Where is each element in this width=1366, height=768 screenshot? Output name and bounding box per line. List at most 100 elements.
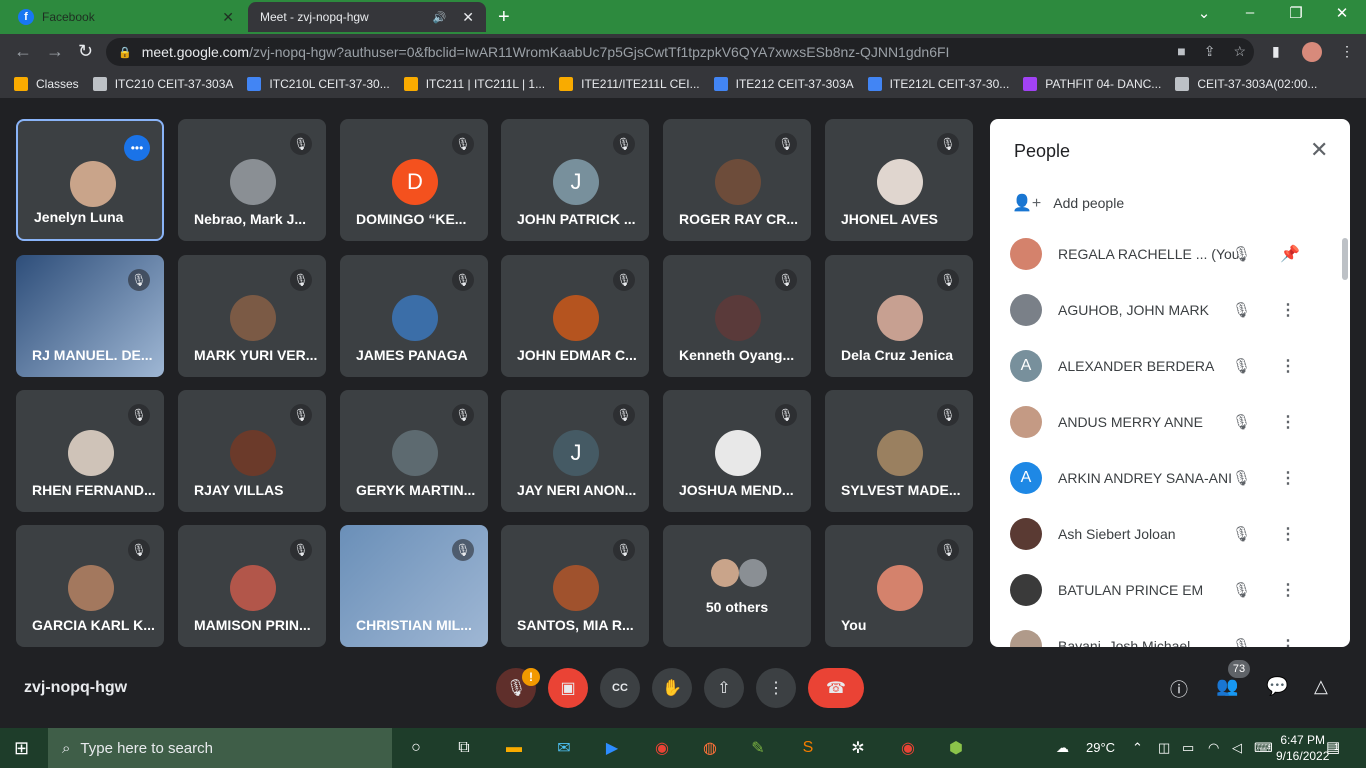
- bookmark-item[interactable]: ITE212L CEIT-37-30...: [867, 77, 1009, 91]
- participant-tile[interactable]: MAMISON PRIN... 🎙: [178, 525, 326, 647]
- participant-tile[interactable]: JOHN EDMAR C... 🎙: [501, 255, 649, 377]
- captions-button[interactable]: CC: [600, 668, 640, 708]
- more-vert-icon[interactable]: ⋮: [1280, 524, 1296, 544]
- more-vert-icon[interactable]: ⋮: [1280, 412, 1296, 432]
- participant-tile[interactable]: RJAY VILLAS 🎙: [178, 390, 326, 512]
- more-vert-icon[interactable]: ⋮: [1280, 636, 1296, 647]
- people-icon[interactable]: 👥: [1216, 676, 1238, 697]
- zoom-icon[interactable]: ▶: [600, 736, 624, 760]
- close-tab-icon[interactable]: ✕: [222, 9, 234, 26]
- participant-row[interactable]: Ash Siebert Joloan 🎙 ⋮: [1010, 506, 1330, 562]
- pin-icon[interactable]: 📌: [1280, 244, 1300, 264]
- present-button[interactable]: ⇧: [704, 668, 744, 708]
- close-window-button[interactable]: ✕: [1322, 4, 1362, 22]
- package-icon[interactable]: ⬢: [944, 736, 968, 760]
- participant-tile[interactable]: Kenneth Oyang... 🎙: [663, 255, 811, 377]
- participant-tile[interactable]: JAMES PANAGA 🎙: [340, 255, 488, 377]
- bookmark-item[interactable]: ITC210L CEIT-37-30...: [247, 77, 390, 91]
- participant-row[interactable]: AGUHOB, JOHN MARK 🎙 ⋮: [1010, 282, 1330, 338]
- wifi-icon[interactable]: ◠: [1208, 740, 1219, 756]
- firefox-icon[interactable]: ◍: [698, 736, 722, 760]
- tab-meet[interactable]: ▶ Meet - zvj-nopq-hgw 🔊 ✕: [248, 2, 486, 116]
- more-vert-icon[interactable]: ⋮: [1280, 580, 1296, 600]
- chat-icon[interactable]: 💬: [1266, 676, 1288, 697]
- sublime-icon[interactable]: S: [796, 736, 820, 760]
- participant-row[interactable]: Bayani, Josh Michael 🎙 ⋮: [1010, 618, 1330, 647]
- participant-tile[interactable]: Jenelyn Luna •••: [16, 119, 164, 241]
- participant-tile[interactable]: SYLVEST MADE... 🎙: [825, 390, 973, 512]
- notepad-icon[interactable]: ✎: [746, 736, 770, 760]
- participant-row[interactable]: A ARKIN ANDREY SANA-ANI 🎙 ⋮: [1010, 450, 1330, 506]
- new-tab-button[interactable]: +: [498, 6, 510, 29]
- minimize-button[interactable]: –: [1230, 4, 1270, 21]
- battery-icon[interactable]: ▭: [1182, 740, 1194, 756]
- bookmark-item[interactable]: ITE212 CEIT-37-303A: [713, 77, 854, 91]
- forward-icon[interactable]: →: [46, 41, 64, 62]
- camera-permission-icon[interactable]: ■: [1177, 43, 1185, 60]
- participant-tile[interactable]: JHONEL AVES 🎙: [825, 119, 973, 241]
- task-view-icon[interactable]: ⧉: [452, 736, 476, 760]
- tray-chevron-icon[interactable]: ⌃: [1132, 740, 1143, 756]
- volume-icon[interactable]: ◁: [1232, 740, 1242, 756]
- network-icon[interactable]: ◫: [1158, 740, 1170, 756]
- share-icon[interactable]: ⇪: [1204, 43, 1216, 60]
- speaker-icon[interactable]: 🔊: [433, 11, 447, 24]
- bookmark-item[interactable]: Classes: [14, 77, 79, 91]
- tab-facebook[interactable]: f Facebook ✕: [6, 2, 246, 32]
- back-icon[interactable]: ←: [14, 41, 32, 62]
- restore-button[interactable]: ❐: [1276, 4, 1316, 22]
- participant-tile[interactable]: J JAY NERI ANON... 🎙: [501, 390, 649, 512]
- participant-tile[interactable]: JOSHUA MEND... 🎙: [663, 390, 811, 512]
- temperature[interactable]: 29°C: [1086, 740, 1115, 755]
- menu-icon[interactable]: ⋮: [1340, 43, 1354, 60]
- participant-tile[interactable]: ROGER RAY CR... 🎙: [663, 119, 811, 241]
- weather-icon[interactable]: ☁: [1056, 740, 1069, 756]
- participant-tile[interactable]: 50 others: [663, 525, 811, 647]
- participant-tile[interactable]: Nebrao, Mark J... 🎙: [178, 119, 326, 241]
- participant-tile[interactable]: GARCIA KARL K... 🎙: [16, 525, 164, 647]
- taskbar-search[interactable]: ⌕ Type here to search: [48, 728, 392, 768]
- participant-tile[interactable]: Dela Cruz Jenica 🎙: [825, 255, 973, 377]
- people-scrollbar[interactable]: [1342, 238, 1348, 280]
- participant-tile[interactable]: CHRISTIAN MIL... 🎙: [340, 525, 488, 647]
- bookmark-item[interactable]: CEIT-37-303A(02:00...: [1175, 77, 1317, 91]
- bookmark-item[interactable]: ITC211 | ITC211L | 1...: [403, 77, 545, 91]
- language-icon[interactable]: ⌨: [1254, 740, 1273, 756]
- camera-toggle[interactable]: ▣: [548, 668, 588, 708]
- cortana-icon[interactable]: ○: [404, 736, 428, 760]
- participant-row[interactable]: A ALEXANDER BERDERA 🎙 ⋮: [1010, 338, 1330, 394]
- system-clock[interactable]: 6:47 PM 9/16/2022: [1276, 732, 1329, 764]
- participant-tile[interactable]: You 🎙: [825, 525, 973, 647]
- more-vert-icon[interactable]: ⋮: [1280, 356, 1296, 376]
- app-icon[interactable]: ✲: [846, 736, 870, 760]
- participant-row[interactable]: REGALA RACHELLE ... (You) 🎙 📌: [1010, 226, 1330, 282]
- tab-search-icon[interactable]: ⌄: [1184, 4, 1224, 22]
- side-panel-icon[interactable]: ▮: [1272, 43, 1280, 60]
- bookmark-star-icon[interactable]: ☆: [1233, 43, 1246, 60]
- bookmark-item[interactable]: ITC210 CEIT-37-303A: [92, 77, 233, 91]
- add-people-button[interactable]: 👤+ Add people: [1012, 193, 1124, 213]
- raise-hand-button[interactable]: ✋: [652, 668, 692, 708]
- participant-tile[interactable]: GERYK MARTIN... 🎙: [340, 390, 488, 512]
- participant-tile[interactable]: SANTOS, MIA R... 🎙: [501, 525, 649, 647]
- lock-icon[interactable]: 🔒: [118, 46, 132, 59]
- chrome-profile-icon[interactable]: ◉: [896, 736, 920, 760]
- participant-row[interactable]: BATULAN PRINCE EM 🎙 ⋮: [1010, 562, 1330, 618]
- participant-tile[interactable]: D DOMINGO “KE... 🎙: [340, 119, 488, 241]
- close-tab-icon[interactable]: ✕: [462, 9, 474, 26]
- more-options-button[interactable]: ⋮: [756, 668, 796, 708]
- address-bar[interactable]: 🔒 meet.google.com /zvj-nopq-hgw?authuser…: [106, 38, 1254, 66]
- participant-tile[interactable]: RHEN FERNAND... 🎙: [16, 390, 164, 512]
- participant-tile[interactable]: J JOHN PATRICK ... 🎙: [501, 119, 649, 241]
- reload-icon[interactable]: ↻: [78, 41, 93, 62]
- activities-icon[interactable]: △: [1314, 676, 1328, 697]
- mail-icon[interactable]: ✉: [552, 736, 576, 760]
- file-explorer-icon[interactable]: ▬: [502, 736, 526, 760]
- participant-tile[interactable]: MARK YURI VER... 🎙: [178, 255, 326, 377]
- bookmark-item[interactable]: ITE211/ITE211L CEI...: [559, 77, 700, 91]
- close-panel-icon[interactable]: ✕: [1310, 137, 1328, 163]
- info-icon[interactable]: ⓘ: [1170, 676, 1188, 702]
- chrome-icon[interactable]: ◉: [650, 736, 674, 760]
- profile-avatar[interactable]: [1302, 42, 1322, 62]
- more-vert-icon[interactable]: ⋮: [1280, 468, 1296, 488]
